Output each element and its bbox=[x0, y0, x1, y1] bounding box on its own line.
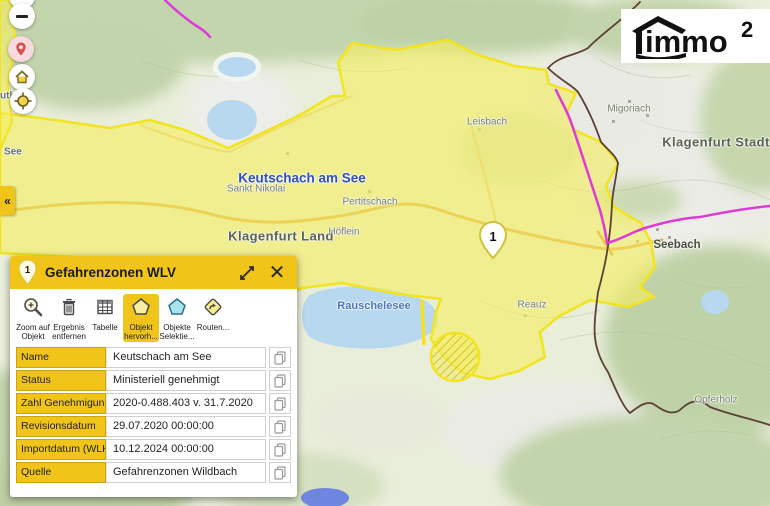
table-row: Importdatum (WLK) 10.12.2024 00:00:00 bbox=[16, 439, 291, 460]
map-label-sankt-nikolai: Sankt Nikolai bbox=[227, 184, 285, 195]
marker-number: 1 bbox=[489, 229, 496, 244]
map-label-opferholz: Opferholz bbox=[694, 395, 737, 406]
tool-table[interactable]: Tabelle bbox=[87, 294, 123, 342]
result-panel: 1 Gefahrenzonen WLV ✕ Zoom auf bbox=[10, 256, 297, 497]
row-value: 10.12.2024 00:00:00 bbox=[106, 439, 266, 460]
map-label-klagenfurt-stadt: Klagenfurt Stadt bbox=[662, 135, 770, 150]
table-row: Zahl Genehmigung 2020-0.488.403 v. 31.7.… bbox=[16, 393, 291, 414]
hazard-hatch-area bbox=[431, 333, 479, 381]
map-label-leisbach: Leisbach bbox=[467, 117, 507, 128]
expand-panel-button[interactable] bbox=[237, 263, 257, 283]
row-value: Ministeriell genehmigt bbox=[106, 370, 266, 391]
logo-word: immo bbox=[645, 24, 728, 59]
copy-icon bbox=[274, 397, 286, 411]
copy-button[interactable] bbox=[269, 370, 291, 391]
table-row: Quelle Gefahrenzonen Wildbach bbox=[16, 462, 291, 483]
immo-logo: immo 2 bbox=[628, 13, 763, 59]
row-value: 29.07.2020 00:00:00 bbox=[106, 416, 266, 437]
tool-remove-result[interactable]: Ergebnis entfernen bbox=[51, 294, 87, 342]
copy-icon bbox=[274, 374, 286, 388]
close-icon: ✕ bbox=[269, 263, 286, 283]
pentagon-yellow-icon bbox=[130, 296, 152, 318]
panel-badge-number: 1 bbox=[25, 265, 31, 276]
map-label-seebach: Seebach bbox=[653, 239, 700, 251]
table-icon bbox=[94, 296, 116, 318]
sidebar-collapse-tab[interactable]: « bbox=[0, 186, 15, 215]
tool-routes[interactable]: Routen... bbox=[195, 294, 231, 342]
table-row: Name Keutschach am See bbox=[16, 347, 291, 368]
table-row: Status Ministeriell genehmigt bbox=[16, 370, 291, 391]
map-label-hoeflein: Höflein bbox=[328, 227, 359, 238]
copy-icon bbox=[274, 466, 286, 480]
zoom-to-object-icon bbox=[22, 296, 44, 318]
row-label: Name bbox=[16, 347, 106, 368]
row-value: 2020-0.488.403 v. 31.7.2020 bbox=[106, 393, 266, 414]
table-row: Revisionsdatum 29.07.2020 00:00:00 bbox=[16, 416, 291, 437]
route-sign-icon bbox=[202, 296, 224, 318]
home-icon bbox=[14, 69, 30, 85]
logo-box: immo 2 bbox=[621, 9, 770, 63]
crosshair-icon bbox=[14, 92, 32, 110]
row-label: Importdatum (WLK) bbox=[16, 439, 106, 460]
locate-pin-button[interactable] bbox=[8, 36, 34, 62]
copy-button[interactable] bbox=[269, 462, 291, 483]
close-panel-button[interactable]: ✕ bbox=[267, 263, 287, 283]
row-value: Keutschach am See bbox=[106, 347, 266, 368]
attribute-table: Name Keutschach am See Status Ministerie… bbox=[10, 347, 297, 483]
pentagon-cyan-icon bbox=[166, 296, 188, 318]
tool-select-objects[interactable]: Objekte Selektie... bbox=[159, 294, 195, 342]
map-label-migoriach: Migoriach bbox=[607, 104, 650, 115]
map-label-reauz: Reauz bbox=[518, 300, 547, 311]
copy-button[interactable] bbox=[269, 416, 291, 437]
chevron-double-left-icon: « bbox=[4, 194, 11, 208]
copy-button[interactable] bbox=[269, 393, 291, 414]
logo-sup: 2 bbox=[741, 17, 753, 42]
tool-highlight-object[interactable]: Objekt hervorh... bbox=[123, 294, 159, 342]
map-viewport: 1 uth See Leisbach Migoriach Klagenfurt … bbox=[0, 0, 770, 506]
home-button[interactable] bbox=[9, 64, 35, 90]
zoom-out-button[interactable] bbox=[9, 3, 35, 29]
row-label: Zahl Genehmigung bbox=[16, 393, 106, 414]
copy-icon bbox=[274, 443, 286, 457]
panel-toolbar: Zoom auf Objekt Ergebnis entfernen bbox=[10, 289, 297, 344]
map-label-see: See bbox=[4, 147, 22, 158]
panel-title: Gefahrenzonen WLV bbox=[45, 265, 227, 280]
row-label: Status bbox=[16, 370, 106, 391]
minus-icon bbox=[16, 15, 28, 18]
map-label-rauschelesee: Rauschelesee bbox=[337, 300, 410, 312]
map-label-klagenfurt-land: Klagenfurt Land bbox=[228, 229, 334, 244]
row-value: Gefahrenzonen Wildbach bbox=[106, 462, 266, 483]
copy-icon bbox=[274, 351, 286, 365]
trash-icon bbox=[58, 296, 80, 318]
panel-badge-pin-icon: 1 bbox=[18, 259, 37, 286]
map-label-pertitschach: Pertitschach bbox=[342, 197, 397, 208]
row-label: Revisionsdatum bbox=[16, 416, 106, 437]
expand-arrows-icon bbox=[239, 265, 255, 281]
crosshair-button[interactable] bbox=[10, 88, 36, 114]
row-label: Quelle bbox=[16, 462, 106, 483]
location-pin-icon bbox=[13, 41, 29, 57]
panel-header[interactable]: 1 Gefahrenzonen WLV ✕ bbox=[10, 256, 297, 289]
copy-icon bbox=[274, 420, 286, 434]
tool-zoom-to-object[interactable]: Zoom auf Objekt bbox=[15, 294, 51, 342]
copy-button[interactable] bbox=[269, 439, 291, 460]
copy-button[interactable] bbox=[269, 347, 291, 368]
